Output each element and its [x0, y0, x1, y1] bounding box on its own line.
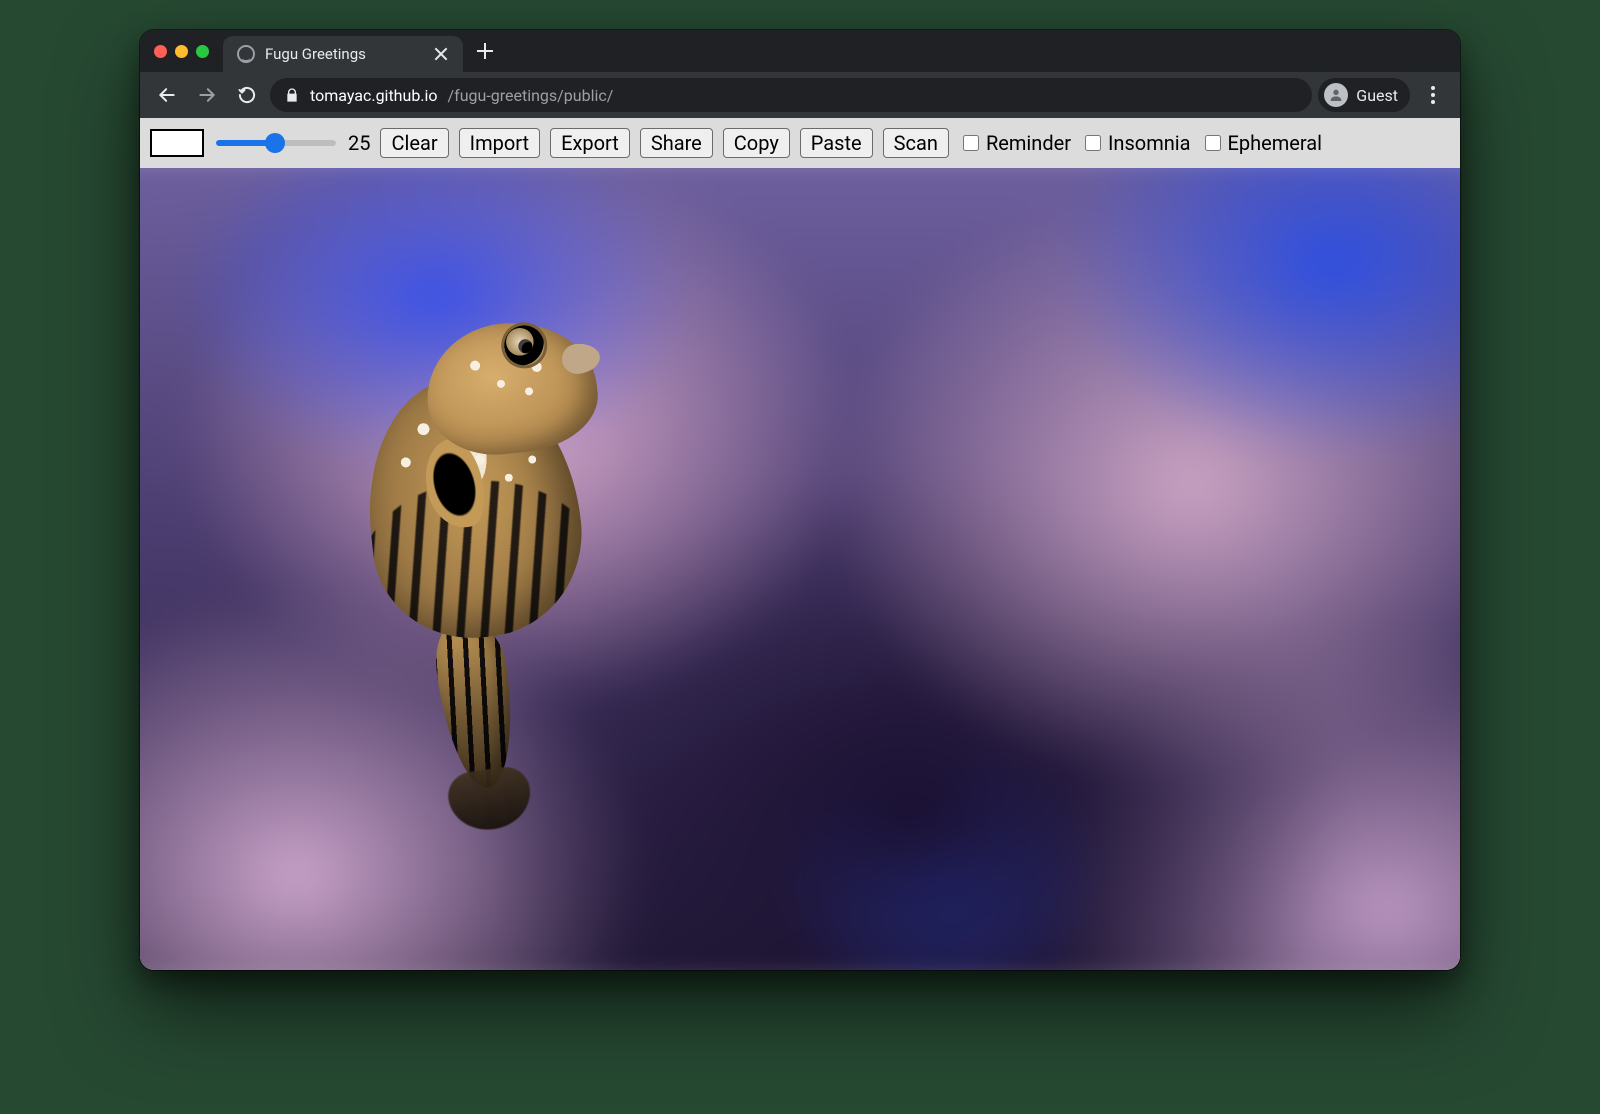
- browser-tab[interactable]: Fugu Greetings: [223, 36, 463, 72]
- share-button[interactable]: Share: [640, 128, 713, 158]
- page-content: 25 Clear Import Export Share Copy Paste …: [140, 118, 1460, 970]
- new-tab-button[interactable]: [471, 37, 499, 65]
- dots-vertical-icon: [1431, 86, 1435, 90]
- copy-button[interactable]: Copy: [723, 128, 790, 158]
- ephemeral-checkbox-wrap[interactable]: Ephemeral: [1201, 131, 1323, 155]
- profile-chip[interactable]: Guest: [1318, 78, 1410, 112]
- lock-icon: [284, 87, 300, 103]
- user-icon: [1324, 83, 1348, 107]
- back-button[interactable]: [150, 78, 184, 112]
- profile-label: Guest: [1356, 86, 1398, 105]
- clear-button[interactable]: Clear: [380, 128, 448, 158]
- reload-button[interactable]: [230, 78, 264, 112]
- drawing-canvas[interactable]: [140, 168, 1460, 970]
- tab-title: Fugu Greetings: [265, 45, 423, 63]
- pufferfish-illustration: [284, 243, 657, 794]
- insomnia-label: Insomnia: [1108, 131, 1191, 155]
- brush-size-value: 25: [348, 131, 370, 155]
- import-button[interactable]: Import: [459, 128, 540, 158]
- browser-window: Fugu Greetings tomayac.github.io/fugu-gr…: [140, 30, 1460, 970]
- insomnia-checkbox[interactable]: [1085, 135, 1101, 151]
- scan-button[interactable]: Scan: [883, 128, 949, 158]
- reload-icon: [237, 85, 257, 105]
- browser-menu-button[interactable]: [1416, 78, 1450, 112]
- arrow-left-icon: [157, 85, 177, 105]
- reminder-checkbox[interactable]: [963, 135, 979, 151]
- address-bar[interactable]: tomayac.github.io/fugu-greetings/public/: [270, 78, 1312, 112]
- close-icon[interactable]: [433, 46, 449, 62]
- app-toolbar: 25 Clear Import Export Share Copy Paste …: [140, 118, 1460, 168]
- arrow-right-icon: [197, 85, 217, 105]
- reminder-label: Reminder: [986, 131, 1071, 155]
- ephemeral-label: Ephemeral: [1228, 131, 1323, 155]
- brush-size-slider[interactable]: [216, 140, 336, 146]
- window-minimize-button[interactable]: [175, 45, 188, 58]
- tab-strip: Fugu Greetings: [140, 30, 1460, 72]
- window-zoom-button[interactable]: [196, 45, 209, 58]
- window-controls: [148, 45, 215, 58]
- color-swatch[interactable]: [150, 129, 204, 157]
- paste-button[interactable]: Paste: [800, 128, 873, 158]
- url-path: /fugu-greetings/public/: [448, 86, 614, 105]
- forward-button[interactable]: [190, 78, 224, 112]
- globe-icon: [237, 45, 255, 63]
- insomnia-checkbox-wrap[interactable]: Insomnia: [1081, 131, 1191, 155]
- export-button[interactable]: Export: [550, 128, 630, 158]
- url-host: tomayac.github.io: [310, 86, 438, 105]
- ephemeral-checkbox[interactable]: [1205, 135, 1221, 151]
- reminder-checkbox-wrap[interactable]: Reminder: [959, 131, 1071, 155]
- window-close-button[interactable]: [154, 45, 167, 58]
- browser-toolbar: tomayac.github.io/fugu-greetings/public/…: [140, 72, 1460, 118]
